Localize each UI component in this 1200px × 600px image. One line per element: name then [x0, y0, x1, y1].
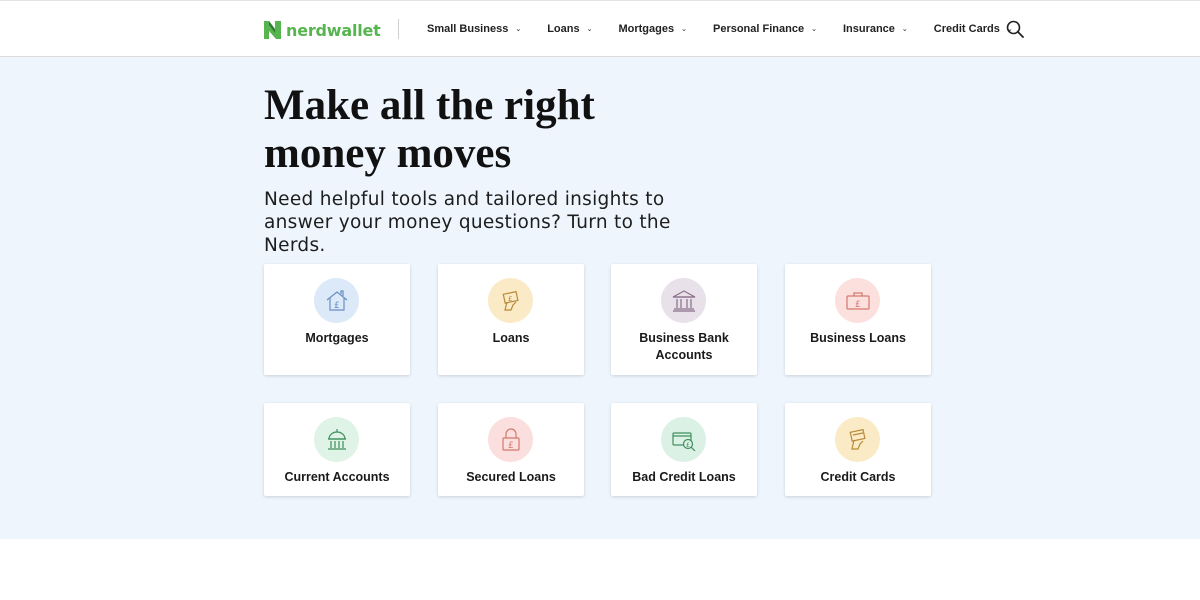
site-header: nerdwallet Small Business ⌄ Loans ⌄ Mort… [0, 0, 1200, 57]
nav-item-mortgages[interactable]: Mortgages ⌄ [618, 23, 687, 35]
card-label: Current Accounts [284, 470, 390, 484]
page-title: Make all the right money moves [264, 82, 595, 177]
nerdwallet-logo[interactable]: nerdwallet [264, 20, 381, 40]
category-card-bad-credit-loans[interactable]: £ Bad Credit Loans [611, 403, 757, 496]
category-card-secured-loans[interactable]: £ Secured Loans [438, 403, 584, 496]
category-card-business-bank-accounts[interactable]: Business Bank Accounts [611, 264, 757, 375]
card-label: Secured Loans [466, 470, 556, 484]
icon-circle: £ [835, 278, 880, 323]
icon-circle: £ [488, 278, 533, 323]
nav-item-label: Small Business [427, 23, 509, 35]
chevron-down-icon: ⌄ [681, 26, 687, 33]
nav-item-loans[interactable]: Loans ⌄ [547, 23, 592, 35]
briefcase-pound-icon: £ [845, 291, 870, 310]
header-divider [398, 19, 399, 39]
nav-item-label: Credit Cards [933, 23, 1000, 35]
nav-item-insurance[interactable]: Insurance ⌄ [843, 23, 908, 35]
category-card-loans[interactable]: £ Loans [438, 264, 584, 375]
category-card-mortgages[interactable]: £ Mortgages [264, 264, 410, 375]
icon-circle: £ [314, 278, 359, 323]
nav-item-label: Personal Finance [712, 23, 805, 35]
svg-text:£: £ [334, 301, 340, 311]
svg-text:£: £ [686, 442, 690, 449]
main-nav: Small Business ⌄ Loans ⌄ Mortgages ⌄ Per… [427, 1, 1013, 57]
nav-item-small-business[interactable]: Small Business ⌄ [427, 23, 521, 35]
nav-item-label: Loans [547, 23, 580, 35]
icon-circle [835, 417, 880, 462]
logo-text: nerdwallet [286, 20, 381, 40]
icon-circle [661, 278, 706, 323]
icon-circle: £ [661, 417, 706, 462]
nav-item-label: Insurance [842, 23, 895, 35]
card-label: Business Bank Accounts [639, 331, 729, 362]
house-pound-icon: £ [326, 289, 347, 311]
nav-item-label: Mortgages [618, 23, 675, 35]
card-label: Credit Cards [820, 470, 896, 484]
card-label: Loans [492, 331, 530, 345]
hand-cash-icon: £ [502, 290, 519, 311]
card-label: Business Loans [810, 331, 906, 345]
category-card-business-loans[interactable]: £ Business Loans [785, 264, 931, 375]
hand-card-icon [849, 428, 866, 450]
svg-text:£: £ [508, 295, 512, 303]
card-label: Mortgages [305, 331, 369, 345]
icon-circle: £ [488, 417, 533, 462]
nav-item-credit-cards[interactable]: Credit Cards ⌄ [934, 23, 1013, 35]
chevron-down-icon: ⌄ [586, 26, 593, 33]
category-card-credit-cards[interactable]: Credit Cards [785, 403, 931, 496]
category-card-current-accounts[interactable]: Current Accounts [264, 403, 410, 496]
chevron-down-icon: ⌄ [901, 26, 908, 33]
chevron-down-icon: ⌄ [515, 26, 522, 33]
page-subtitle: Need helpful tools and tailored insights… [264, 189, 671, 256]
nav-item-personal-finance[interactable]: Personal Finance ⌄ [713, 23, 817, 35]
bank-dome-icon [327, 428, 346, 450]
bank-icon [672, 289, 695, 312]
card-search-icon: £ [671, 431, 695, 451]
svg-text:£: £ [855, 300, 861, 310]
icon-circle [314, 417, 359, 462]
card-label: Bad Credit Loans [632, 470, 736, 484]
padlock-pound-icon: £ [501, 427, 520, 451]
search-icon[interactable] [1006, 20, 1024, 38]
nerdwallet-logo-icon [264, 21, 281, 39]
chevron-down-icon: ⌄ [811, 26, 817, 33]
svg-text:£: £ [508, 441, 514, 451]
